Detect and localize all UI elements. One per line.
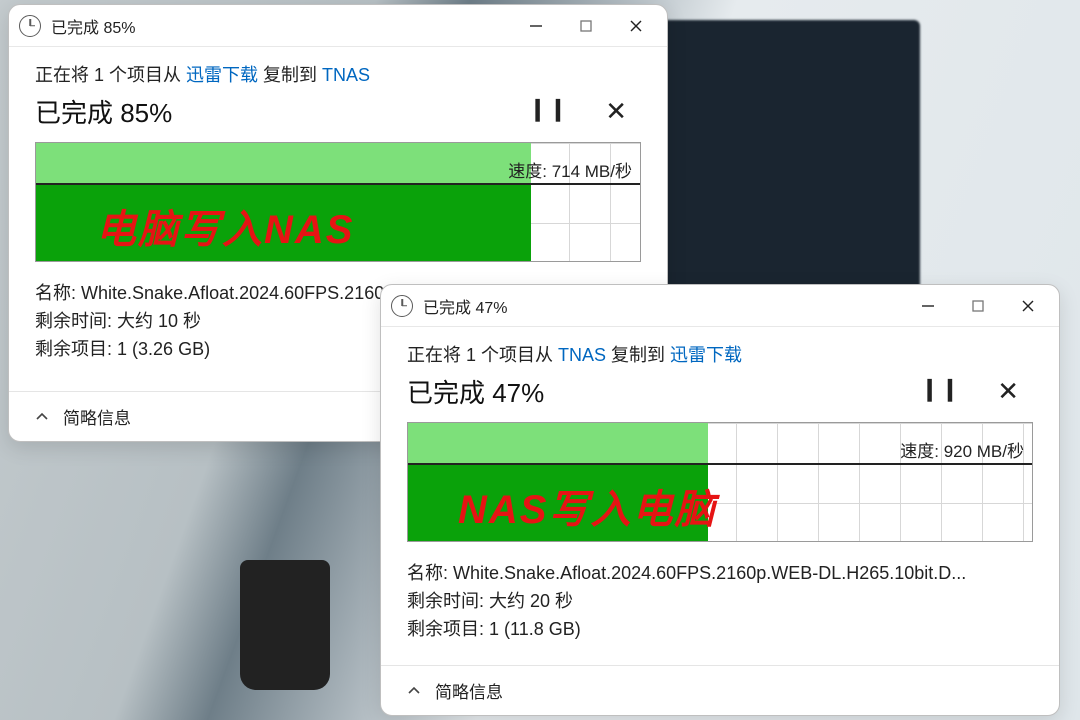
name-label: 名称: xyxy=(407,563,448,583)
copy-dialog-2: 已完成 47% 正在将 1 个项目从 TNAS 复制到 迅雷下载 已完成 47%… xyxy=(380,284,1060,716)
maximize-button[interactable] xyxy=(561,7,611,45)
chart-divider xyxy=(36,183,640,185)
window-controls xyxy=(511,7,661,45)
desc-mid: 复制到 xyxy=(258,65,322,85)
titlebar[interactable]: 已完成 85% xyxy=(9,5,667,47)
copy-description: 正在将 1 个项目从 迅雷下载 复制到 TNAS xyxy=(35,61,641,87)
pause-button[interactable]: ❙❙ xyxy=(528,96,569,127)
speed-label: 速度: 714 MB/秒 xyxy=(508,157,632,182)
chart-fill-upper xyxy=(36,143,531,183)
background-object xyxy=(240,560,330,690)
speed-label-text: 速度: xyxy=(900,442,939,461)
clock-icon xyxy=(19,15,41,37)
chevron-up-icon xyxy=(35,410,49,424)
maximize-button[interactable] xyxy=(953,287,1003,325)
close-button[interactable] xyxy=(611,7,661,45)
name-value: White.Snake.Afloat.2024.60FPS.2160p.WEB-… xyxy=(453,563,966,583)
speed-label: 速度: 920 MB/秒 xyxy=(900,437,1024,462)
details-toggle[interactable]: 简略信息 xyxy=(381,665,1059,715)
clock-icon xyxy=(391,295,413,317)
time-remaining-label: 剩余时间: xyxy=(407,591,484,611)
annotation-overlay: 电脑写入NAS xyxy=(96,197,354,255)
cancel-button[interactable]: ✕ xyxy=(605,96,627,127)
time-remaining-label: 剩余时间: xyxy=(35,311,112,331)
titlebar[interactable]: 已完成 47% xyxy=(381,285,1059,327)
details-toggle-label: 简略信息 xyxy=(435,678,503,703)
close-button[interactable] xyxy=(1003,287,1053,325)
time-remaining-value: 大约 20 秒 xyxy=(489,591,573,611)
minimize-button[interactable] xyxy=(511,7,561,45)
desc-prefix: 正在将 1 个项目从 xyxy=(35,65,186,85)
pause-button[interactable]: ❙❙ xyxy=(920,376,961,407)
items-remaining-value: 1 (11.8 GB) xyxy=(489,619,581,639)
details-block: 名称: White.Snake.Afloat.2024.60FPS.2160p.… xyxy=(407,560,1033,644)
dest-link[interactable]: TNAS xyxy=(322,65,370,85)
chart-divider xyxy=(408,463,1032,465)
time-remaining-value: 大约 10 秒 xyxy=(117,311,201,331)
chevron-up-icon xyxy=(407,684,421,698)
speed-chart: 速度: 920 MB/秒 NAS写入电脑 xyxy=(407,422,1033,542)
items-remaining-value: 1 (3.26 GB) xyxy=(117,339,210,359)
cancel-button[interactable]: ✕ xyxy=(997,376,1019,407)
items-remaining-label: 剩余项目: xyxy=(407,619,484,639)
source-link[interactable]: TNAS xyxy=(558,345,606,365)
items-remaining-label: 剩余项目: xyxy=(35,339,112,359)
minimize-button[interactable] xyxy=(903,287,953,325)
window-controls xyxy=(903,287,1053,325)
speed-value: 920 MB/秒 xyxy=(944,442,1024,461)
name-label: 名称: xyxy=(35,283,76,303)
window-title: 已完成 85% xyxy=(51,14,135,38)
source-link[interactable]: 迅雷下载 xyxy=(186,65,258,85)
details-toggle-label: 简略信息 xyxy=(63,404,131,429)
desc-prefix: 正在将 1 个项目从 xyxy=(407,345,558,365)
window-title: 已完成 47% xyxy=(423,294,507,318)
speed-value: 714 MB/秒 xyxy=(552,162,632,181)
speed-label-text: 速度: xyxy=(508,162,547,181)
desc-mid: 复制到 xyxy=(606,345,670,365)
dest-link[interactable]: 迅雷下载 xyxy=(670,345,742,365)
speed-chart: 速度: 714 MB/秒 电脑写入NAS xyxy=(35,142,641,262)
progress-heading: 已完成 85% xyxy=(35,93,172,130)
progress-heading: 已完成 47% xyxy=(407,373,544,410)
annotation-overlay: NAS写入电脑 xyxy=(458,477,716,535)
chart-fill-upper xyxy=(408,423,708,463)
copy-description: 正在将 1 个项目从 TNAS 复制到 迅雷下载 xyxy=(407,341,1033,367)
